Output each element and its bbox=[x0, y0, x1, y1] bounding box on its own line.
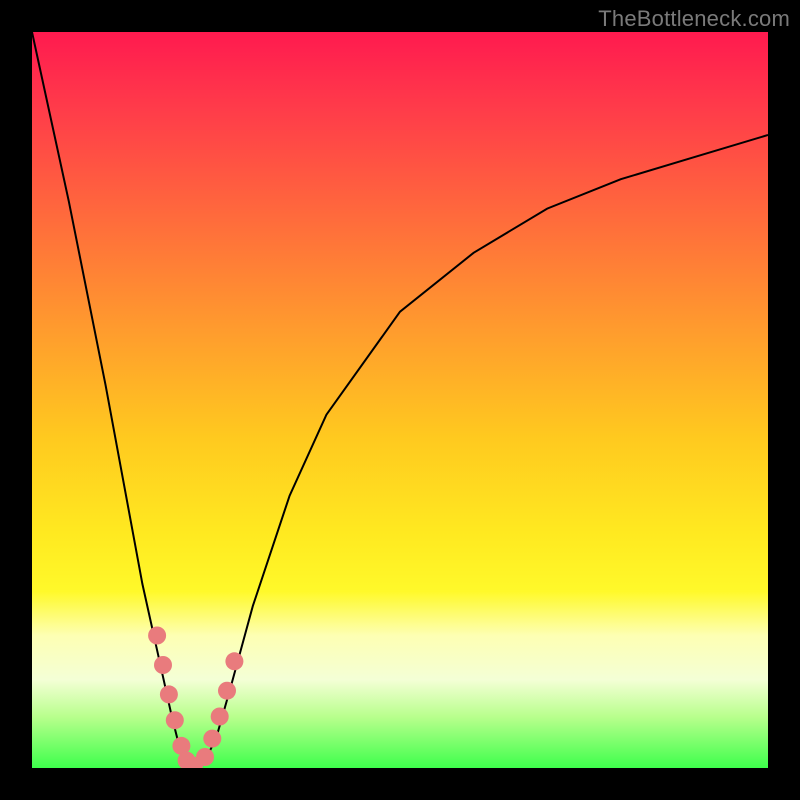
watermark-text: TheBottleneck.com bbox=[598, 6, 790, 32]
curve-marker bbox=[203, 730, 221, 748]
curve-marker bbox=[154, 656, 172, 674]
curve-marker bbox=[225, 652, 243, 670]
bottleneck-curve bbox=[32, 32, 768, 768]
curve-marker bbox=[160, 685, 178, 703]
curve-marker bbox=[166, 711, 184, 729]
curve-marker bbox=[218, 682, 236, 700]
curve-marker bbox=[196, 748, 214, 766]
curve-marker bbox=[211, 708, 229, 726]
marker-group bbox=[148, 627, 243, 769]
curve-marker bbox=[148, 627, 166, 645]
curve-layer bbox=[32, 32, 768, 768]
plot-area bbox=[32, 32, 768, 768]
chart-frame: TheBottleneck.com bbox=[0, 0, 800, 800]
